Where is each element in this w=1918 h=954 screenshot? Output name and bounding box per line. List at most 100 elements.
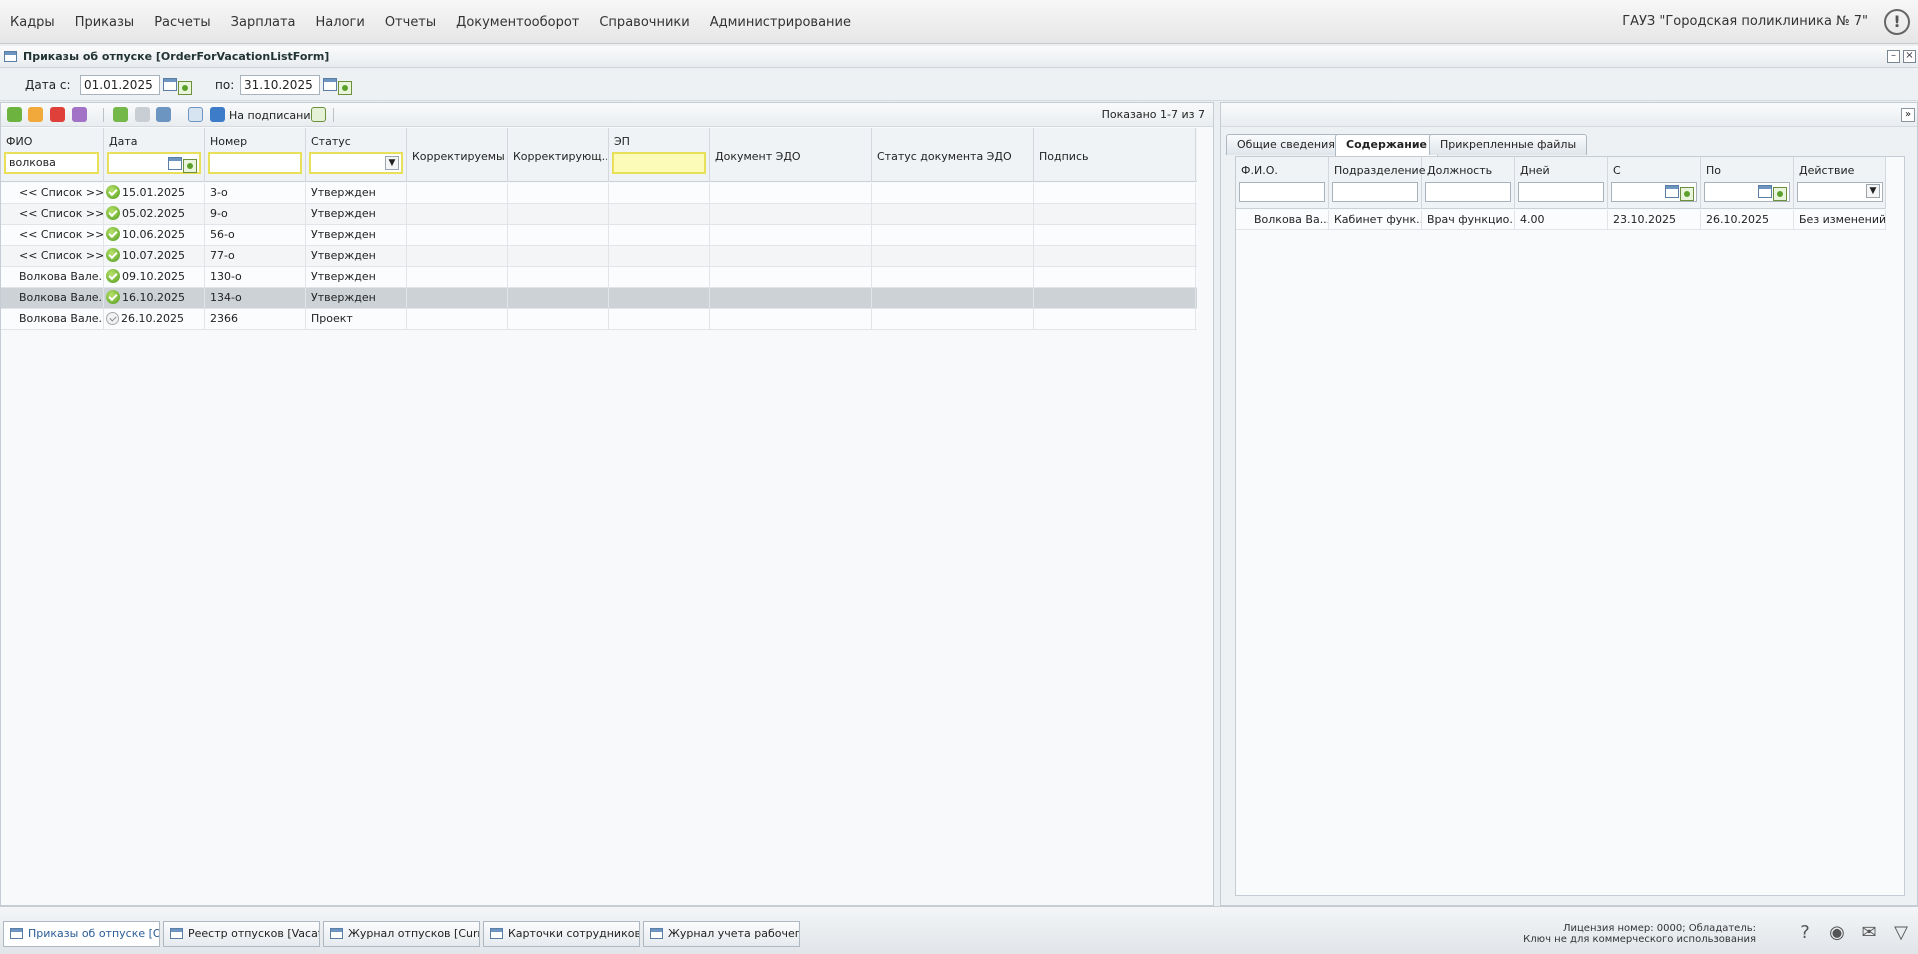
minimize-icon[interactable]: – bbox=[1887, 50, 1900, 63]
calendar-icon[interactable] bbox=[168, 157, 182, 170]
collapse-panel-icon[interactable]: » bbox=[1901, 108, 1915, 122]
clear-date-icon[interactable] bbox=[338, 81, 352, 95]
clear-date-icon[interactable] bbox=[183, 159, 197, 173]
menu-item-otchety[interactable]: Отчеты bbox=[375, 15, 446, 30]
refresh-icon[interactable] bbox=[311, 107, 326, 122]
tab-attachments[interactable]: Прикрепленные файлы bbox=[1429, 134, 1588, 155]
orders-grid-body: << Список >> 15.01.2025 3-о Утвержден <<… bbox=[1, 183, 1197, 330]
chevron-down-icon[interactable]: ▼ bbox=[1866, 184, 1880, 198]
column-ep[interactable]: ЭП bbox=[609, 128, 710, 182]
table-row[interactable]: Волкова Ва... Кабинет функ... Врач функц… bbox=[1236, 210, 1886, 230]
organization-name: ГАУЗ "Городская поликлиника № 7" bbox=[1622, 14, 1868, 29]
clear-date-icon[interactable] bbox=[1680, 187, 1694, 201]
sign-icon[interactable] bbox=[210, 107, 225, 122]
unapprove-icon[interactable] bbox=[135, 107, 150, 122]
column-from[interactable]: С bbox=[1608, 157, 1701, 209]
orders-grid-header: ФИО волкова Дата Номер Статус ▼ Корректи… bbox=[1, 128, 1197, 182]
column-signature[interactable]: Подпись bbox=[1034, 128, 1196, 182]
date-filter-bar: Дата с: 01.01.2025 по: 31.10.2025 bbox=[0, 69, 1918, 101]
column-days[interactable]: Дней bbox=[1515, 157, 1608, 209]
delete-icon[interactable] bbox=[50, 107, 65, 122]
menu-item-nalogi[interactable]: Налоги bbox=[306, 15, 375, 30]
menu-item-spravochniki[interactable]: Справочники bbox=[589, 15, 699, 30]
table-row[interactable]: << Список >> 10.06.2025 56-о Утвержден bbox=[1, 225, 1197, 246]
chevron-down-icon[interactable]: ▽ bbox=[1888, 921, 1914, 945]
mail-icon[interactable]: ✉ bbox=[1856, 921, 1882, 945]
task-employee-cards[interactable]: Карточки сотрудников [... bbox=[483, 921, 640, 947]
calendar-icon[interactable] bbox=[163, 78, 177, 91]
chevron-down-icon[interactable]: ▼ bbox=[385, 156, 399, 170]
send-to-sign-button[interactable]: На подписание bbox=[229, 109, 317, 122]
approved-status-icon bbox=[106, 206, 120, 220]
add-icon[interactable] bbox=[7, 107, 22, 122]
date-from-input[interactable]: 01.01.2025 bbox=[80, 75, 160, 95]
column-corrected[interactable]: Корректируемы... bbox=[407, 128, 508, 182]
task-vacation-registry[interactable]: Реестр отпусков [Vacat... bbox=[163, 921, 320, 947]
column-correcting[interactable]: Корректирующ... bbox=[508, 128, 609, 182]
column-edo-status[interactable]: Статус документа ЭДО bbox=[872, 128, 1034, 182]
task-vacation-journal[interactable]: Журнал отпусков [Curr... bbox=[323, 921, 480, 947]
clear-date-icon[interactable] bbox=[178, 81, 192, 95]
fio-filter-input[interactable]: волкова bbox=[4, 152, 99, 174]
column-status[interactable]: Статус ▼ bbox=[306, 128, 407, 182]
print-icon[interactable] bbox=[156, 107, 171, 122]
column-to[interactable]: По bbox=[1701, 157, 1794, 209]
column-department[interactable]: Подразделение bbox=[1329, 157, 1425, 209]
help-icon[interactable]: ? bbox=[1792, 921, 1818, 945]
column-edo-document[interactable]: Документ ЭДО bbox=[710, 128, 872, 182]
export-icon[interactable] bbox=[188, 107, 203, 122]
task-timesheet-journal[interactable]: Журнал учета рабочего ... bbox=[643, 921, 800, 947]
days-filter-input[interactable] bbox=[1518, 182, 1604, 202]
toolbar-separator bbox=[103, 108, 104, 122]
top-menu-bar: Кадры Приказы Расчеты Зарплата Налоги От… bbox=[0, 0, 1918, 44]
table-row[interactable]: Волкова Вале... 26.10.2025 2366 Проект bbox=[1, 309, 1197, 330]
status-filter-select[interactable]: ▼ bbox=[309, 152, 403, 174]
date-to-input[interactable]: 31.10.2025 bbox=[240, 75, 320, 95]
column-fio[interactable]: Ф.И.О. bbox=[1236, 157, 1329, 209]
form-window-icon bbox=[4, 51, 17, 62]
menu-item-dokumentooborot[interactable]: Документооборот bbox=[446, 15, 589, 30]
clear-date-icon[interactable] bbox=[1773, 187, 1787, 201]
menu-item-administrirovanie[interactable]: Администрирование bbox=[700, 15, 861, 30]
calendar-icon[interactable] bbox=[1758, 185, 1772, 198]
table-row[interactable]: Волкова Вале... 09.10.2025 130-о Утвержд… bbox=[1, 267, 1197, 288]
number-filter-input[interactable] bbox=[208, 152, 302, 174]
main-menu: Кадры Приказы Расчеты Зарплата Налоги От… bbox=[0, 0, 861, 44]
tab-general[interactable]: Общие сведения bbox=[1226, 134, 1346, 155]
menu-item-raschety[interactable]: Расчеты bbox=[144, 15, 220, 30]
window-icon bbox=[330, 928, 343, 939]
task-vacation-orders[interactable]: Приказы об отпуске [Or... bbox=[3, 921, 160, 947]
close-icon[interactable]: × bbox=[1903, 50, 1916, 63]
tab-content[interactable]: Содержание bbox=[1335, 134, 1438, 156]
menu-item-kadry[interactable]: Кадры bbox=[0, 15, 65, 30]
ep-filter-input[interactable] bbox=[612, 152, 706, 174]
edit-icon[interactable] bbox=[28, 107, 43, 122]
column-position[interactable]: Должность bbox=[1422, 157, 1515, 209]
approve-icon[interactable] bbox=[113, 107, 128, 122]
alert-icon[interactable]: ! bbox=[1884, 9, 1910, 35]
column-fio[interactable]: ФИО волкова bbox=[1, 128, 104, 182]
department-filter-input[interactable] bbox=[1332, 182, 1418, 202]
form-title-bar: Приказы об отпуске [OrderForVacationList… bbox=[0, 46, 1918, 68]
menu-item-prikazy[interactable]: Приказы bbox=[65, 15, 144, 30]
toolbar-separator bbox=[333, 108, 334, 122]
action-filter-select[interactable]: ▼ bbox=[1797, 182, 1883, 202]
column-date[interactable]: Дата bbox=[104, 128, 205, 182]
table-row[interactable]: << Список >> 05.02.2025 9-о Утвержден bbox=[1, 204, 1197, 225]
camera-icon[interactable]: ◉ bbox=[1824, 921, 1850, 945]
column-number[interactable]: Номер bbox=[205, 128, 306, 182]
actions-menu-icon[interactable] bbox=[72, 107, 87, 122]
approved-status-icon bbox=[106, 269, 120, 283]
calendar-icon[interactable] bbox=[1665, 185, 1679, 198]
table-row[interactable]: << Список >> 10.07.2025 77-о Утвержден bbox=[1, 246, 1197, 267]
records-count: Показано 1-7 из 7 bbox=[1101, 108, 1205, 121]
window-icon bbox=[490, 928, 503, 939]
calendar-icon[interactable] bbox=[323, 78, 337, 91]
column-action[interactable]: Действие ▼ bbox=[1794, 157, 1886, 209]
table-row-selected[interactable]: Волкова Вале... 16.10.2025 134-о Утвержд… bbox=[1, 288, 1197, 309]
fio-filter-input[interactable] bbox=[1239, 182, 1325, 202]
position-filter-input[interactable] bbox=[1425, 182, 1511, 202]
date-from-label: Дата с: bbox=[25, 78, 71, 92]
table-row[interactable]: << Список >> 15.01.2025 3-о Утвержден bbox=[1, 183, 1197, 204]
menu-item-zarplata[interactable]: Зарплата bbox=[221, 15, 306, 30]
